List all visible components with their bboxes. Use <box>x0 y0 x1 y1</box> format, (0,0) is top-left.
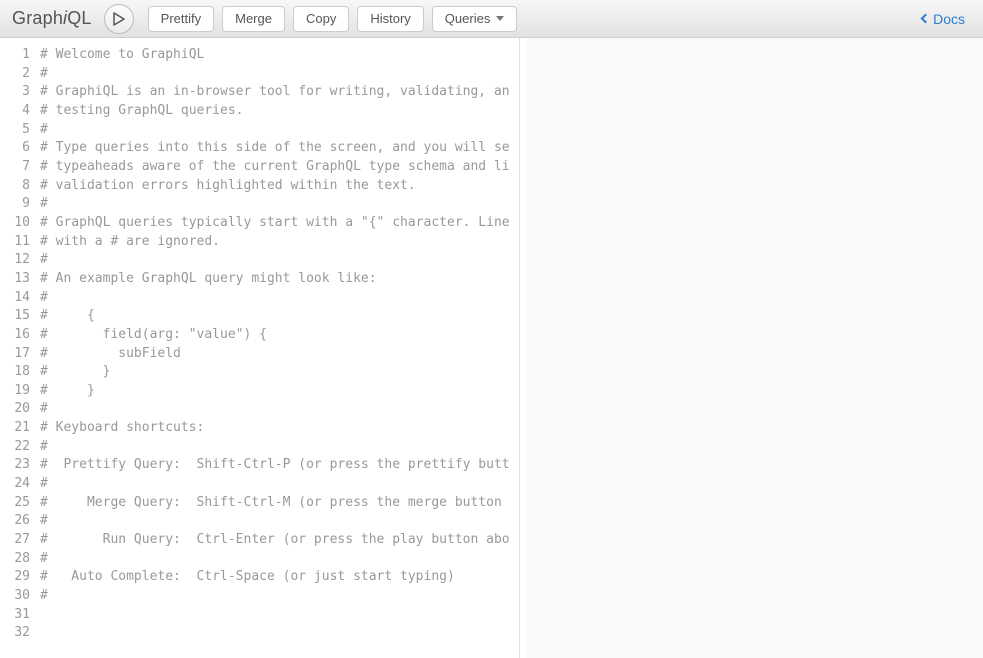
line-number: 31 <box>0 606 30 625</box>
line-number: 19 <box>0 382 30 401</box>
docs-button[interactable]: Docs <box>912 6 975 32</box>
results-pane <box>527 38 983 658</box>
code-line: # <box>40 587 519 606</box>
logo-suffix: QL <box>67 8 91 28</box>
line-number: 4 <box>0 102 30 121</box>
code-line: # Welcome to GraphiQL <box>40 46 519 65</box>
line-number: 5 <box>0 121 30 140</box>
code-line: # typeaheads aware of the current GraphQ… <box>40 158 519 177</box>
line-number: 8 <box>0 177 30 196</box>
prettify-button[interactable]: Prettify <box>148 6 214 32</box>
line-number: 28 <box>0 550 30 569</box>
code-line: # Auto Complete: Ctrl-Space (or just sta… <box>40 568 519 587</box>
line-number: 17 <box>0 345 30 364</box>
code-line: # Run Query: Ctrl-Enter (or press the pl… <box>40 531 519 550</box>
line-number: 26 <box>0 512 30 531</box>
code-line: # { <box>40 307 519 326</box>
docs-label: Docs <box>933 11 965 27</box>
line-number: 2 <box>0 65 30 84</box>
line-number: 15 <box>0 307 30 326</box>
line-number: 1 <box>0 46 30 65</box>
topbar: GraphiQL Prettify Merge Copy History Que… <box>0 0 983 38</box>
code-line: # <box>40 400 519 419</box>
copy-button[interactable]: Copy <box>293 6 349 32</box>
code-line: # } <box>40 363 519 382</box>
line-number: 9 <box>0 195 30 214</box>
pane-splitter[interactable] <box>520 38 527 658</box>
workspace: 1234567891011121314151617181920212223242… <box>0 38 983 658</box>
line-number: 30 <box>0 587 30 606</box>
code-line: # Merge Query: Shift-Ctrl-M (or press th… <box>40 494 519 513</box>
queries-label: Queries <box>445 11 491 26</box>
merge-button[interactable]: Merge <box>222 6 285 32</box>
code-line: # <box>40 251 519 270</box>
line-number: 14 <box>0 289 30 308</box>
history-button[interactable]: History <box>357 6 423 32</box>
code-line: # <box>40 65 519 84</box>
line-number: 32 <box>0 624 30 643</box>
logo: GraphiQL <box>8 8 104 29</box>
play-icon <box>113 12 125 26</box>
code-line: # GraphQL queries typically start with a… <box>40 214 519 233</box>
code-line: # <box>40 512 519 531</box>
code-line: # field(arg: "value") { <box>40 326 519 345</box>
execute-button[interactable] <box>104 4 134 34</box>
code-line <box>40 606 519 625</box>
logo-prefix: Graph <box>12 8 63 28</box>
code-line: # GraphiQL is an in-browser tool for wri… <box>40 83 519 102</box>
line-number: 22 <box>0 438 30 457</box>
code-line: # with a # are ignored. <box>40 233 519 252</box>
line-number: 11 <box>0 233 30 252</box>
caret-down-icon <box>496 16 504 21</box>
code-line: # Keyboard shortcuts: <box>40 419 519 438</box>
line-number: 7 <box>0 158 30 177</box>
code-line: # } <box>40 382 519 401</box>
line-number-gutter: 1234567891011121314151617181920212223242… <box>0 38 36 658</box>
code-line: # Type queries into this side of the scr… <box>40 139 519 158</box>
code-line: # <box>40 121 519 140</box>
line-number: 18 <box>0 363 30 382</box>
line-number: 10 <box>0 214 30 233</box>
code-line: # subField <box>40 345 519 364</box>
line-number: 21 <box>0 419 30 438</box>
code-line: # <box>40 438 519 457</box>
code-line: # Prettify Query: Shift-Ctrl-P (or press… <box>40 456 519 475</box>
line-number: 27 <box>0 531 30 550</box>
code-line: # testing GraphQL queries. <box>40 102 519 121</box>
code-line: # <box>40 289 519 308</box>
chevron-left-icon <box>921 14 931 24</box>
code-line: # <box>40 195 519 214</box>
line-number: 23 <box>0 456 30 475</box>
line-number: 25 <box>0 494 30 513</box>
code-line: # An example GraphQL query might look li… <box>40 270 519 289</box>
line-number: 16 <box>0 326 30 345</box>
query-editor[interactable]: # Welcome to GraphiQL## GraphiQL is an i… <box>36 38 519 658</box>
line-number: 20 <box>0 400 30 419</box>
line-number: 12 <box>0 251 30 270</box>
code-line <box>40 624 519 643</box>
queries-dropdown[interactable]: Queries <box>432 6 518 32</box>
line-number: 6 <box>0 139 30 158</box>
code-line: # <box>40 550 519 569</box>
line-number: 29 <box>0 568 30 587</box>
query-editor-pane: 1234567891011121314151617181920212223242… <box>0 38 520 658</box>
code-line: # <box>40 475 519 494</box>
code-line: # validation errors highlighted within t… <box>40 177 519 196</box>
line-number: 13 <box>0 270 30 289</box>
line-number: 3 <box>0 83 30 102</box>
line-number: 24 <box>0 475 30 494</box>
